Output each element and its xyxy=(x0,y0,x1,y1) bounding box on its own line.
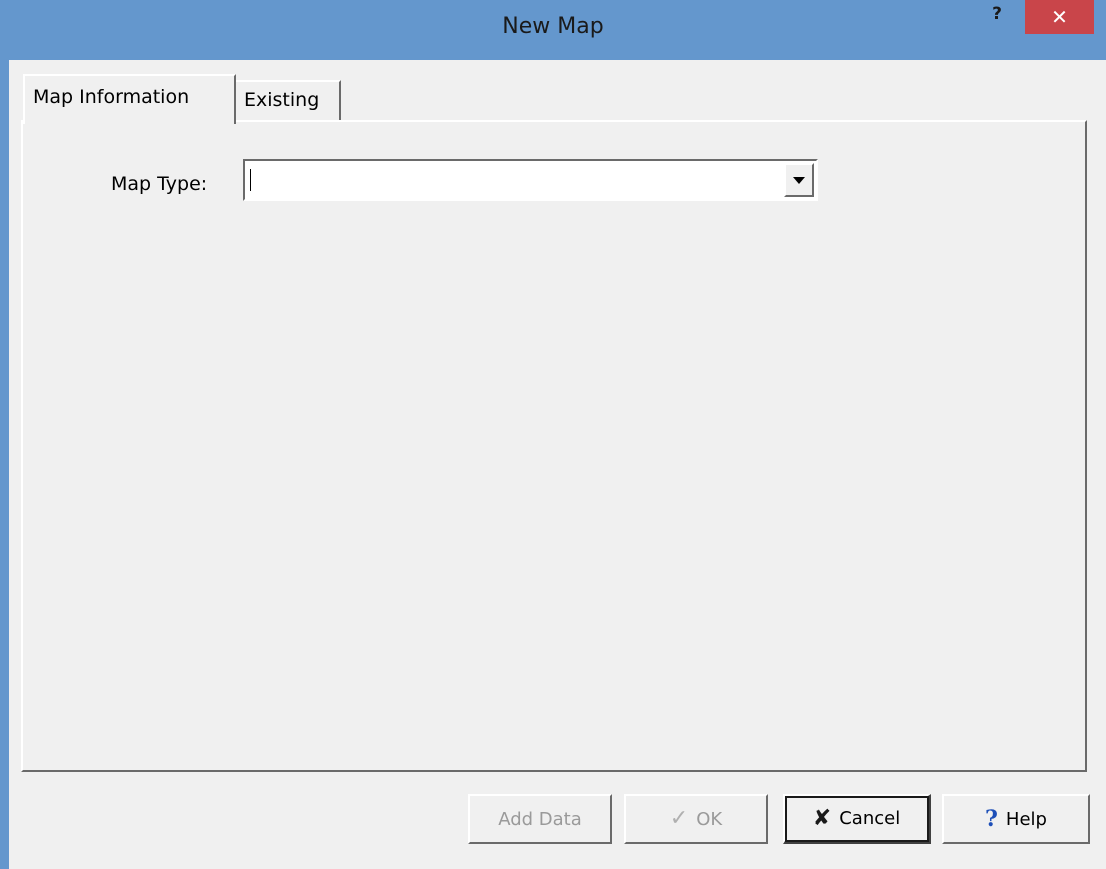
tab-label: Map Information xyxy=(33,86,190,108)
x-icon: ✘ xyxy=(812,805,832,831)
map-type-label: Map Type: xyxy=(111,173,208,195)
add-data-label: Add Data xyxy=(498,808,582,830)
cancel-button[interactable]: ✘ Cancel xyxy=(783,794,931,844)
close-icon: ✕ xyxy=(1051,5,1068,29)
window-title: New Map xyxy=(502,14,604,39)
add-data-button[interactable]: Add Data xyxy=(468,794,612,844)
text-caret xyxy=(250,169,251,191)
cancel-label: Cancel xyxy=(839,808,901,829)
map-type-select[interactable] xyxy=(243,159,818,201)
tab-label: Existing xyxy=(244,89,320,111)
help-label: Help xyxy=(1005,808,1047,830)
new-map-dialog: New Map ? ✕ Map Information Existing Map… xyxy=(0,0,1106,869)
dropdown-button[interactable] xyxy=(784,163,814,197)
tab-existing[interactable]: Existing xyxy=(236,80,341,122)
context-help-button[interactable]: ? xyxy=(982,4,1012,32)
help-button[interactable]: ? Help xyxy=(942,794,1090,844)
close-button[interactable]: ✕ xyxy=(1025,0,1094,34)
chevron-down-icon xyxy=(793,177,805,184)
map-information-panel xyxy=(21,120,1087,772)
question-icon: ? xyxy=(985,806,998,832)
ok-button[interactable]: ✓ OK xyxy=(624,794,768,844)
check-icon: ✓ xyxy=(669,806,689,831)
ok-label: OK xyxy=(696,808,723,830)
tab-map-information[interactable]: Map Information xyxy=(23,74,236,124)
title-bar: New Map ? ✕ xyxy=(0,0,1106,60)
